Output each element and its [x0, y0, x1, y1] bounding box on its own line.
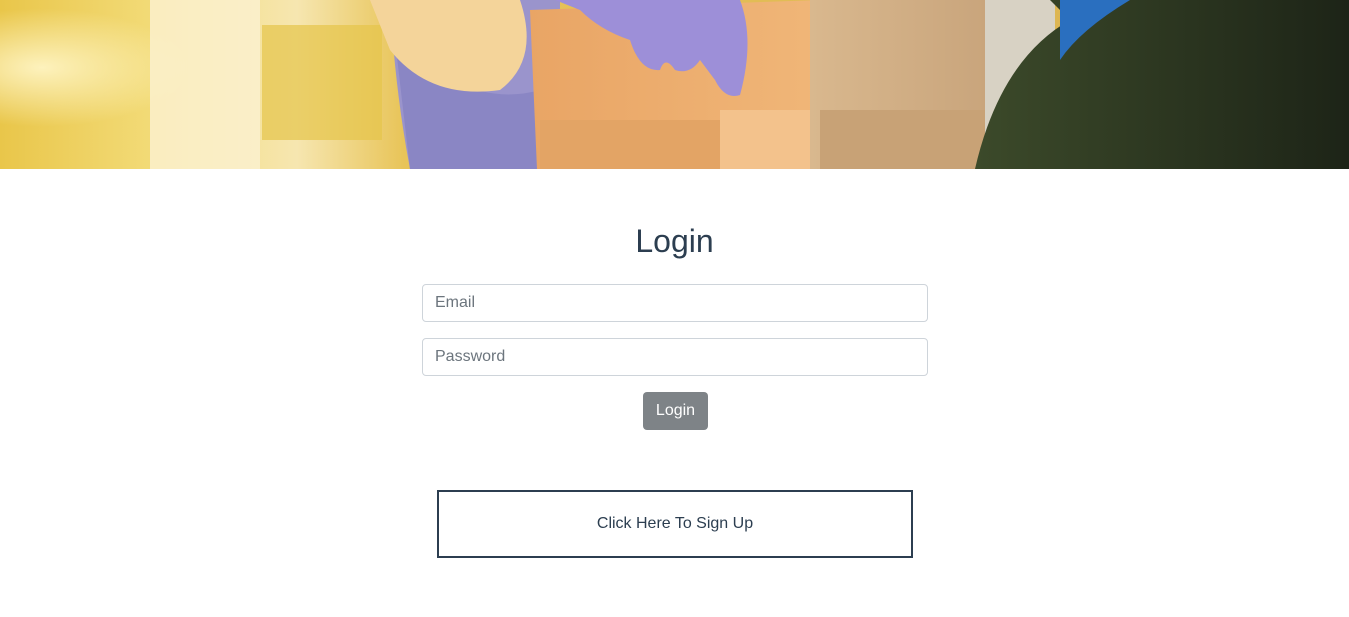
signup-link-box[interactable]: Click Here To Sign Up — [437, 490, 913, 558]
login-title: Login — [635, 223, 714, 259]
signup-link-text: Click Here To Sign Up — [596, 515, 754, 532]
delivery-bag-hero-image — [0, 0, 1349, 169]
email-field[interactable] — [422, 284, 928, 322]
hero-banner-image — [0, 0, 1349, 169]
login-button[interactable]: Login — [643, 392, 708, 430]
password-field[interactable] — [422, 338, 928, 376]
